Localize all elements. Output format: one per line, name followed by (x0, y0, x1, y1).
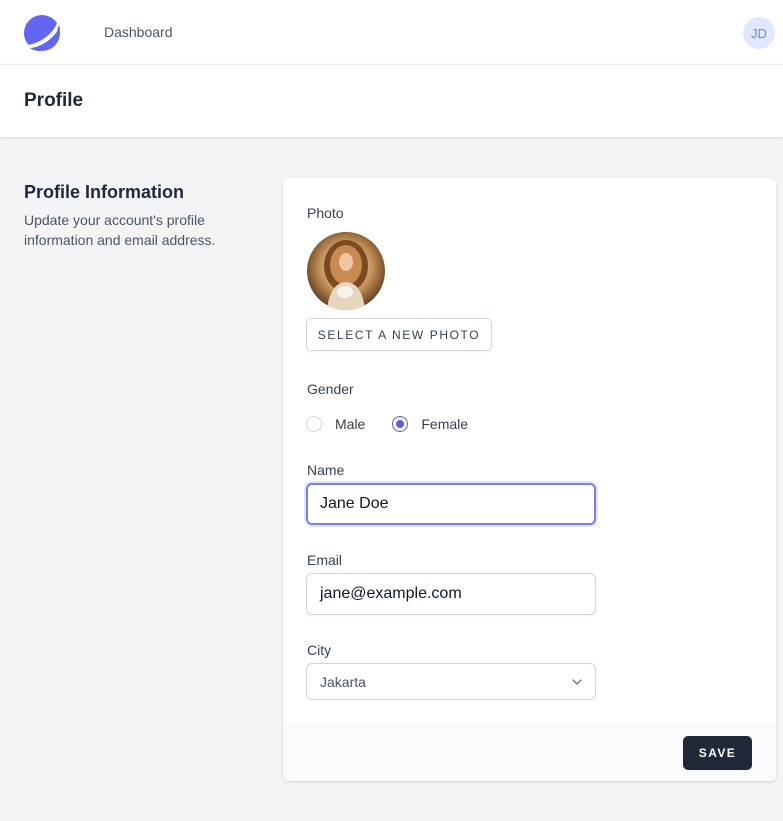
card-footer: SAVE (283, 723, 776, 781)
save-button[interactable]: SAVE (683, 736, 752, 770)
email-input[interactable]: jane@example.com (306, 573, 596, 615)
email-label: Email (307, 552, 343, 568)
gender-radio-female[interactable] (392, 416, 409, 432)
top-navbar: Dashboard JD (0, 0, 783, 65)
page-title: Profile (24, 90, 84, 111)
section-description: Update your account's profile informatio… (24, 212, 216, 248)
photo-label: Photo (307, 205, 344, 221)
name-label: Name (307, 462, 345, 478)
gender-label: Gender (307, 381, 354, 397)
name-input[interactable]: Jane Doe (306, 483, 596, 525)
gender-radio-male[interactable] (306, 416, 322, 432)
city-label: City (307, 642, 332, 658)
gender-radio-group: Male Female (306, 416, 468, 432)
gender-female-label[interactable]: Female (421, 416, 468, 432)
chevron-down-icon (572, 679, 582, 685)
city-select-value: Jakarta (320, 673, 366, 690)
select-new-photo-button[interactable]: SELECT A NEW PHOTO (306, 318, 492, 351)
planet-logo-icon[interactable] (24, 15, 60, 51)
city-select[interactable]: Jakarta (306, 663, 596, 700)
user-avatar[interactable]: JD (743, 17, 775, 49)
user-photo (307, 232, 385, 310)
nav-dashboard-link[interactable]: Dashboard (104, 24, 173, 40)
section-title: Profile Information (24, 182, 185, 202)
page-header: Profile (0, 65, 783, 137)
gender-male-label[interactable]: Male (335, 416, 365, 432)
profile-form-card: Photo SELECT A NEW PHOTO Gender Male Fem… (283, 178, 776, 781)
